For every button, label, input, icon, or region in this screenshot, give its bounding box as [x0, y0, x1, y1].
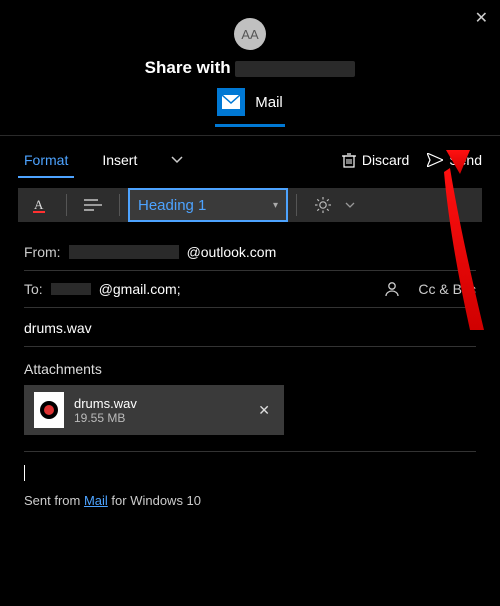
attachment-name: drums.wav [74, 396, 244, 411]
chevron-down-icon: ▾ [273, 200, 278, 211]
share-app-label: Mail [255, 94, 283, 111]
avatar: AA [234, 18, 266, 50]
font-color-icon: A [31, 196, 49, 214]
separator [66, 194, 67, 216]
send-icon [427, 153, 443, 167]
from-redacted [69, 245, 179, 259]
attachments-label: Attachments [24, 347, 476, 385]
share-prefix: Share with [145, 58, 236, 77]
separator [119, 194, 120, 216]
sig-mail-link[interactable]: Mail [84, 493, 108, 508]
chevron-down-icon [345, 202, 355, 208]
heading-label: Heading 1 [138, 197, 206, 214]
share-app-mail[interactable]: Mail [0, 88, 500, 122]
close-button[interactable]: ✕ [475, 8, 488, 28]
compose-tabs: Format Insert Discard Send [0, 136, 500, 174]
subject-field[interactable]: drums.wav [24, 308, 476, 347]
heading-dropdown[interactable]: Heading 1 ▾ [128, 188, 288, 222]
discard-button[interactable]: Discard [342, 152, 409, 168]
from-label: From: [24, 244, 61, 260]
contact-icon[interactable] [384, 281, 400, 297]
to-row[interactable]: To: @gmail.com; Cc & Bcc [24, 271, 476, 308]
share-header: AA Share with Mail [0, 0, 500, 127]
sun-icon [315, 197, 331, 213]
from-row[interactable]: From: @outlook.com [24, 234, 476, 271]
discard-label: Discard [362, 152, 409, 168]
send-button[interactable]: Send [427, 152, 482, 168]
cc-bcc-button[interactable]: Cc & Bcc [418, 281, 476, 297]
styles-button[interactable] [305, 188, 365, 222]
paragraph-icon [84, 198, 102, 212]
text-cursor [24, 465, 25, 481]
attachment-item[interactable]: drums.wav 19.55 MB ✕ [24, 385, 284, 435]
signature: Sent from Mail for Windows 10 [0, 481, 500, 520]
share-title: Share with [0, 58, 500, 78]
font-color-button[interactable]: A [22, 188, 58, 222]
sig-pre: Sent from [24, 493, 84, 508]
send-label: Send [449, 152, 482, 168]
to-domain: @gmail.com; [99, 281, 181, 297]
app-underline [215, 124, 285, 127]
svg-text:A: A [34, 197, 44, 212]
paragraph-button[interactable] [75, 188, 111, 222]
tabs-more-button[interactable] [165, 147, 189, 173]
remove-attachment-button[interactable]: ✕ [254, 398, 274, 423]
separator [296, 194, 297, 216]
share-contact-redacted [235, 61, 355, 77]
tab-format[interactable]: Format [18, 146, 74, 174]
format-toolbar: A Heading 1 ▾ [18, 188, 482, 222]
sig-post: for Windows 10 [108, 493, 201, 508]
trash-icon [342, 152, 356, 168]
audio-file-icon [34, 392, 64, 428]
tab-insert[interactable]: Insert [96, 146, 143, 174]
from-domain: @outlook.com [187, 244, 277, 260]
mail-icon [217, 88, 245, 116]
to-label: To: [24, 281, 43, 297]
to-redacted [51, 283, 91, 295]
attachment-size: 19.55 MB [74, 411, 244, 425]
message-body[interactable] [24, 451, 476, 481]
